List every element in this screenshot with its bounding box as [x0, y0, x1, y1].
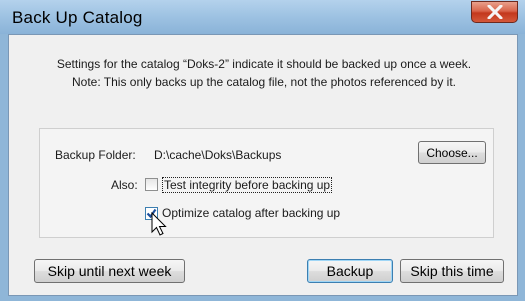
message-text: Settings for the catalog “Doks-2” indica…: [9, 55, 519, 91]
mouse-pointer-icon: [151, 212, 167, 236]
window-title: Back Up Catalog: [12, 8, 143, 27]
optimize-label[interactable]: Optimize catalog after backing up: [162, 206, 340, 220]
test-integrity-label[interactable]: Test integrity before backing up: [162, 177, 333, 193]
message-line-2: Note: This only backs up the catalog fil…: [71, 75, 456, 89]
skip-this-time-button[interactable]: Skip this time: [400, 259, 504, 283]
dialog-body: Settings for the catalog “Doks-2” indica…: [8, 34, 518, 296]
skip-until-next-week-button[interactable]: Skip until next week: [34, 259, 185, 283]
settings-panel: Backup Folder: D:\cache\Doks\Backups Cho…: [39, 128, 494, 238]
backup-folder-label: Backup Folder:: [55, 148, 136, 162]
message-line-1: Settings for the catalog “Doks-2” indica…: [56, 57, 472, 71]
backup-button[interactable]: Backup: [307, 259, 393, 283]
close-x-icon: [487, 5, 503, 19]
test-integrity-checkbox[interactable]: [145, 178, 158, 191]
also-label: Also:: [111, 178, 138, 192]
title-bar[interactable]: Back Up Catalog: [0, 0, 525, 34]
choose-button[interactable]: Choose...: [418, 141, 486, 164]
backup-folder-path: D:\cache\Doks\Backups: [154, 148, 282, 162]
close-button[interactable]: [471, 1, 518, 23]
